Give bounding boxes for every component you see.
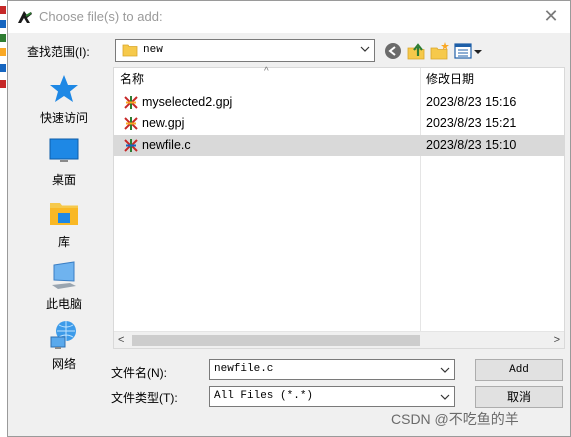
file-name: newfile.c xyxy=(142,138,191,152)
look-in-combobox[interactable]: new xyxy=(115,39,375,62)
file-name-input[interactable]: newfile.c xyxy=(209,359,455,380)
close-button[interactable]: ✕ xyxy=(538,4,564,28)
places-bar: 快速访问 桌面 库 此电脑 网络 xyxy=(16,67,112,377)
chevron-down-icon[interactable] xyxy=(440,365,450,375)
background-marker-icon xyxy=(0,34,6,42)
c-file-icon xyxy=(124,139,138,152)
view-menu-icon[interactable] xyxy=(453,40,483,62)
file-list[interactable]: ^ 名称 修改日期 myselected2.gpj 2023/8/23 15:1… xyxy=(113,66,565,349)
file-type-select[interactable]: All Files (*.*) xyxy=(209,386,455,407)
background-marker-icon xyxy=(0,6,6,14)
place-quick-access[interactable]: 快速访问 xyxy=(16,73,112,131)
place-label: 快速访问 xyxy=(39,111,88,125)
computer-icon xyxy=(52,261,76,289)
back-icon[interactable] xyxy=(382,40,404,62)
place-desktop[interactable]: 桌面 xyxy=(16,135,112,193)
background-marker-icon xyxy=(0,80,6,88)
folder-icon xyxy=(122,44,138,57)
file-open-dialog: Choose file(s) to add: ✕ 查找范围(I): new 快速… xyxy=(7,0,571,437)
scroll-left-icon[interactable]: < xyxy=(118,334,124,346)
file-type-label: 文件类型(T): xyxy=(111,391,178,405)
file-name-label: 文件名(N): xyxy=(111,366,167,380)
column-header-date[interactable]: 修改日期 xyxy=(426,68,474,90)
background-marker-icon xyxy=(0,48,6,56)
place-label: 此电脑 xyxy=(45,297,82,311)
network-icon xyxy=(50,321,76,349)
dialog-title: Choose file(s) to add: xyxy=(39,9,163,24)
file-date: 2023/8/23 15:21 xyxy=(426,116,517,130)
file-date: 2023/8/23 15:10 xyxy=(426,138,517,152)
file-type-value: All Files (*.*) xyxy=(214,390,314,402)
add-button[interactable]: Add xyxy=(475,359,563,381)
file-row[interactable]: myselected2.gpj 2023/8/23 15:16 xyxy=(114,92,564,113)
file-row[interactable]: new.gpj 2023/8/23 15:21 xyxy=(114,113,564,134)
star-icon xyxy=(50,75,78,102)
new-folder-icon[interactable] xyxy=(428,40,450,62)
library-icon xyxy=(50,203,78,225)
place-this-pc[interactable]: 此电脑 xyxy=(16,259,112,317)
up-folder-icon[interactable] xyxy=(405,40,427,62)
scroll-right-icon[interactable]: > xyxy=(554,334,560,346)
place-label: 桌面 xyxy=(51,173,76,187)
sort-ascending-icon: ^ xyxy=(264,66,269,77)
place-label: 库 xyxy=(57,235,70,249)
gpj-file-icon xyxy=(124,96,138,109)
file-name: new.gpj xyxy=(142,116,185,130)
background-marker-icon xyxy=(0,20,6,28)
place-network[interactable]: 网络 xyxy=(16,319,112,377)
desktop-icon xyxy=(49,138,79,162)
chevron-down-icon xyxy=(360,46,370,52)
title-bar[interactable]: Choose file(s) to add: ✕ xyxy=(8,1,570,33)
horizontal-scrollbar[interactable]: < > xyxy=(114,331,564,348)
look-in-label: 查找范围(I): xyxy=(27,45,90,59)
place-library[interactable]: 库 xyxy=(16,197,112,255)
cancel-button[interactable]: 取消 xyxy=(475,386,563,408)
look-in-value: new xyxy=(143,44,163,56)
file-name: myselected2.gpj xyxy=(142,95,233,109)
app-logo-icon xyxy=(18,11,32,23)
close-icon: ✕ xyxy=(543,6,559,26)
scrollbar-thumb[interactable] xyxy=(132,335,420,346)
background-marker-icon xyxy=(0,64,6,72)
watermark-text: CSDN @不吃鱼的羊 xyxy=(391,411,519,427)
file-name-value: newfile.c xyxy=(214,363,274,375)
chevron-down-icon[interactable] xyxy=(440,392,450,402)
column-header-name[interactable]: 名称 xyxy=(120,68,144,90)
file-row-selected[interactable]: newfile.c 2023/8/23 15:10 xyxy=(114,135,564,156)
gpj-file-icon xyxy=(124,117,138,130)
file-date: 2023/8/23 15:16 xyxy=(426,95,517,109)
place-label: 网络 xyxy=(51,357,76,371)
